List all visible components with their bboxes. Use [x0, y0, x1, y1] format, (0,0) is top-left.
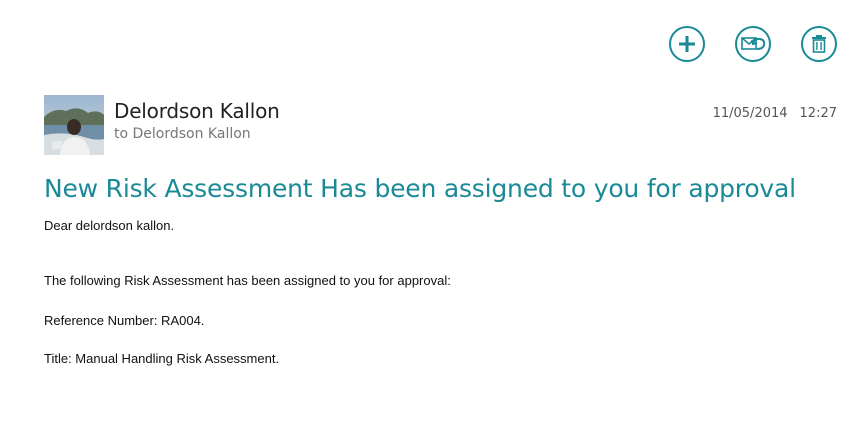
avatar-photo — [44, 95, 104, 155]
message-toolbar — [669, 26, 837, 62]
sender-name[interactable]: Delordson Kallon — [114, 99, 280, 123]
plus-icon — [679, 36, 695, 52]
body-reference: Reference Number: RA004. — [44, 313, 205, 328]
message-date: 11/05/2014 — [712, 106, 788, 121]
sender-avatar[interactable] — [44, 95, 104, 155]
body-greeting: Dear delordson kallon. — [44, 218, 175, 233]
new-message-button[interactable] — [669, 26, 705, 62]
recipient-line: to Delordson Kallon — [114, 126, 251, 142]
respond-button[interactable] — [735, 26, 771, 62]
body-title: Title: Manual Handling Risk Assessment. — [44, 351, 280, 366]
message-header: Delordson Kallon to Delordson Kallon 11/… — [44, 95, 837, 155]
message-timestamp: 11/05/2014 12:27 — [713, 106, 837, 121]
reply-envelope-icon — [741, 37, 766, 50]
trash-icon — [812, 35, 826, 53]
message-subject: New Risk Assessment Has been assigned to… — [44, 174, 796, 203]
message-time: 12:27 — [799, 106, 837, 121]
body-intro: The following Risk Assessment has been a… — [44, 273, 451, 288]
mail-reading-pane: Delordson Kallon to Delordson Kallon 11/… — [0, 0, 865, 427]
delete-button[interactable] — [801, 26, 837, 62]
